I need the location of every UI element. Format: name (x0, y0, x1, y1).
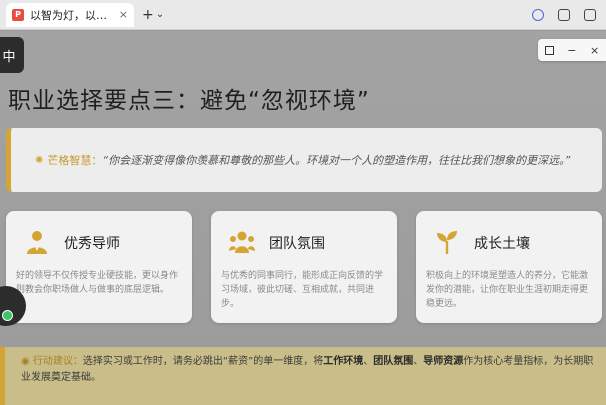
action-label: 行动建议： (32, 356, 83, 367)
highlight-term: 导师资源 (423, 356, 464, 367)
card-description: 与优秀的同事同行，能形成正向反馈的学习场域，彼此切磋、互相成就，共同进步。 (221, 271, 384, 309)
new-tab-button[interactable]: + (142, 7, 154, 23)
app-favicon-icon: P (12, 8, 24, 21)
presentation-slide: 中 − × 职业选择要点三：避免“忽视环境” ✺ 芒格智慧： “你会逐渐变得像你… (0, 31, 606, 405)
bulb-icon: ✺ (35, 154, 44, 166)
action-advice-callout: ◉ 行动建议：选择实习或工作时，请务必跳出“薪资”的单一维度，将工作环境、团队氛… (0, 347, 606, 405)
card-mentor: 优秀导师 好的领导不仅传授专业硬技能，更以身作则教会你职场做人与做事的底层逻辑。 (6, 211, 192, 323)
fit-screen-icon[interactable] (544, 45, 554, 55)
tab-list-chevron-down-icon[interactable]: ⌄ (156, 9, 164, 20)
slide-title: 职业选择要点三：避免“忽视环境” (8, 88, 370, 114)
team-icon (229, 231, 255, 253)
card-team: 团队氛围 与优秀的同事同行，能形成正向反馈的学习场域，彼此切磋、互相成就，共同进… (211, 211, 397, 323)
online-status-dot (2, 310, 13, 321)
restore-window-icon[interactable] (558, 9, 570, 21)
card-growth: 成长土壤 积极向上的环境是塑造人的养分，它能激发你的潜能，让你在职业生涯初期走得… (416, 211, 602, 323)
card-title: 成长土壤 (474, 236, 530, 252)
viewer-toolbar: − × (538, 39, 606, 61)
highlight-term: 工作环境 (323, 356, 364, 367)
zoom-out-button[interactable]: − (567, 44, 576, 57)
card-title: 团队氛围 (269, 236, 325, 252)
browser-tab[interactable]: P 以智为灯，以行致远——校友分 × (6, 2, 134, 27)
action-text-part: 选择实习或工作时，请务必跳出“薪资”的单一维度，将 (82, 356, 324, 367)
highlight-term: 团队氛围 (373, 356, 414, 367)
mentor-icon (27, 231, 47, 254)
quote-label: 芒格智慧： (47, 154, 103, 167)
card-description: 积极向上的环境是塑造人的养分，它能激发你的潜能，让你在职业生涯初期走得更稳更远。 (426, 271, 589, 309)
browser-tab-bar: P 以智为灯，以行致远——校友分 × + ⌄ (0, 0, 606, 30)
ime-language-indicator[interactable]: 中 (0, 37, 24, 73)
tab-close-icon[interactable]: × (119, 8, 128, 21)
extensions-icon[interactable] (584, 9, 596, 21)
action-text-part: 、 (413, 356, 424, 367)
close-viewer-button[interactable]: × (590, 44, 599, 57)
profile-icon[interactable] (532, 9, 544, 21)
window-controls (532, 0, 596, 30)
card-description: 好的领导不仅传授专业硬技能，更以身作则教会你职场做人与做事的底层逻辑。 (16, 271, 179, 295)
action-advice-text: ◉ 行动建议：选择实习或工作时，请务必跳出“薪资”的单一维度，将工作环境、团队氛… (21, 354, 601, 386)
sprout-icon (437, 231, 457, 254)
lightbulb-icon: ◉ (21, 356, 30, 367)
tab-title: 以智为灯，以行致远——校友分 (30, 8, 113, 22)
quote-text: “你会逐渐变得像你羡慕和尊敬的那些人。环境对一个人的塑造作用，往往比我们想象的更… (102, 154, 571, 167)
quote-callout: ✺ 芒格智慧： “你会逐渐变得像你羡慕和尊敬的那些人。环境对一个人的塑造作用，往… (6, 128, 602, 192)
card-title: 优秀导师 (64, 236, 120, 252)
action-text-part: 、 (363, 356, 374, 367)
